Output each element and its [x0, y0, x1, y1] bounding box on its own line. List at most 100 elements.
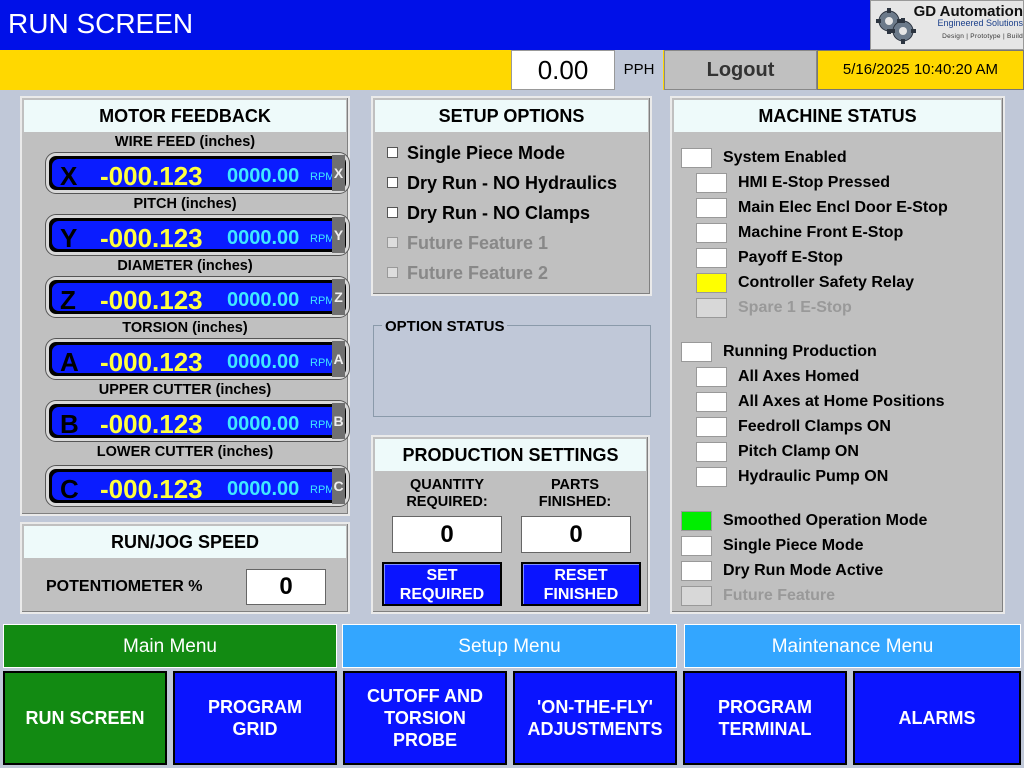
axis-rpm: 0000.00 [227, 478, 300, 500]
axis-label: TORSION (inches) [122, 320, 248, 336]
status-label: Feedroll Clamps ON [738, 418, 891, 435]
axis-label: WIRE FEED (inches) [114, 134, 256, 150]
nav-button[interactable]: RUN SCREEN [3, 671, 167, 765]
setup-options-title: SETUP OPTIONS [375, 100, 648, 132]
axis-position: -000.123 [100, 223, 203, 253]
parts-finished-value: 0 [521, 516, 631, 553]
production-settings-title: PRODUCTION SETTINGS [375, 439, 646, 471]
axis-letter: C [60, 474, 79, 504]
status-label: Payoff E-Stop [738, 249, 843, 266]
axis-rpm-unit: RPM [310, 295, 335, 307]
axis-rpm-unit: RPM [310, 233, 335, 245]
nav-button-text: PROGRAM GRID [208, 696, 302, 740]
logout-button[interactable]: Logout [664, 50, 817, 90]
status-label: System Enabled [723, 149, 847, 166]
checkbox[interactable] [387, 177, 398, 188]
nav-button[interactable]: ALARMS [853, 671, 1021, 765]
setup-option[interactable]: Single Piece Mode [387, 143, 565, 164]
axis-position: -000.123 [100, 409, 203, 439]
checkbox[interactable] [387, 147, 398, 158]
status-label: Running Production [723, 343, 877, 360]
set-button-line: REQUIRED [399, 586, 485, 603]
nav-button-line: PROGRAM [208, 697, 302, 717]
run-jog-speed-panel: RUN/JOG SPEED POTENTIOMETER % 0 [20, 522, 350, 614]
status-label: Machine Front E-Stop [738, 224, 904, 241]
setup-option[interactable]: Dry Run - NO Clamps [387, 203, 590, 224]
parts-label-line: FINISHED: [538, 494, 612, 510]
axis-select-tab[interactable]: Y [332, 217, 345, 253]
nav-button-line: PROGRAM [718, 697, 812, 717]
set-required-button[interactable]: SET REQUIRED [382, 562, 502, 606]
machine-status-title: MACHINE STATUS [674, 100, 1001, 132]
menu-tab-maintenance-menu[interactable]: Maintenance Menu [684, 624, 1021, 668]
nav-button[interactable]: PROGRAM GRID [173, 671, 337, 765]
nav-button-line: GRID [232, 719, 278, 739]
menu-tab-setup-menu[interactable]: Setup Menu [342, 624, 677, 668]
status-lamp [696, 223, 727, 243]
axis-rpm: 0000.00 [227, 413, 300, 435]
status-label: Future Feature [723, 587, 836, 604]
axis-select-tab[interactable]: Z [332, 279, 345, 315]
axis-select-tab[interactable]: X [332, 155, 345, 191]
setup-option[interactable]: Dry Run - NO Hydraulics [387, 173, 617, 194]
axis-readout: A -000.123 0000.00 RPM [46, 339, 349, 379]
nav-button-line: TORSION [384, 708, 466, 728]
option-status-panel: OPTION STATUS [373, 318, 651, 417]
status-lamp [696, 198, 727, 218]
nav-button[interactable]: CUTOFF AND TORSION PROBE [343, 671, 507, 765]
status-lamp [696, 417, 727, 437]
axis-position: -000.123 [100, 161, 203, 191]
setup-option-label: Dry Run - NO Clamps [407, 203, 591, 223]
axis-rpm-unit: RPM [310, 357, 335, 369]
axis-rpm-unit: RPM [310, 419, 335, 431]
setup-option: Future Feature 1 [387, 233, 548, 254]
menu-tab-main-menu[interactable]: Main Menu [3, 624, 337, 668]
status-label: Pitch Clamp ON [738, 443, 859, 460]
axis-readout-face: B -000.123 0000.00 RPM [52, 407, 343, 439]
quantity-required-label: QUANTITY REQUIRED: [387, 477, 507, 511]
logo-tagline: Design | Prototype | Build [942, 33, 1023, 40]
nav-button-line: ADJUSTMENTS [527, 719, 663, 739]
nav-button-line: CUTOFF AND [367, 686, 483, 706]
company-logo: GD Automation Engineered Solutions Desig… [870, 0, 1024, 50]
status-lamp [696, 248, 727, 268]
date-time-display: 5/16/2025 10:40:20 AM [817, 50, 1024, 90]
nav-button-line: PROBE [392, 730, 457, 750]
axis-rpm: 0000.00 [227, 165, 300, 187]
axis-readout-face: Z -000.123 0000.00 RPM [52, 283, 343, 315]
axis-letter: A [60, 347, 79, 377]
parts-label-line: PARTS [550, 477, 600, 493]
axis-label: DIAMETER (inches) [117, 258, 253, 274]
run-jog-title: RUN/JOG SPEED [24, 526, 346, 558]
status-label: Controller Safety Relay [738, 274, 915, 291]
axis-select-tab[interactable]: A [332, 341, 345, 377]
axis-letter: B [60, 409, 79, 439]
status-label: HMI E-Stop Pressed [738, 174, 891, 191]
nav-button-line: ALARMS [898, 708, 976, 728]
reset-finished-button[interactable]: RESET FINISHED [521, 562, 641, 606]
checkbox[interactable] [387, 207, 398, 218]
axis-select-tab[interactable]: C [332, 468, 345, 504]
axis-select-tab[interactable]: B [332, 403, 345, 439]
reset-button-line: RESET [554, 567, 608, 584]
status-lamp [696, 273, 727, 293]
axis-label: LOWER CUTTER (inches) [96, 444, 274, 460]
axis-letter: X [60, 161, 78, 191]
axis-position: -000.123 [100, 474, 203, 504]
status-lamp [696, 392, 727, 412]
axis-readout: Z -000.123 0000.00 RPM [46, 277, 349, 317]
axis-rpm: 0000.00 [227, 227, 300, 249]
pph-label: PPH [615, 50, 663, 90]
quantity-required-input[interactable]: 0 [392, 516, 502, 553]
logo-subtitle: Engineered Solutions [937, 18, 1023, 28]
nav-button[interactable]: PROGRAM TERMINAL [683, 671, 847, 765]
nav-button[interactable]: 'ON-THE-FLY' ADJUSTMENTS [513, 671, 677, 765]
axis-position: -000.123 [100, 285, 203, 315]
axis-readout: Y -000.123 0000.00 RPM [46, 215, 349, 255]
status-lamp [681, 148, 712, 168]
axis-rpm-unit: RPM [310, 484, 335, 496]
status-label: Dry Run Mode Active [723, 562, 884, 579]
potentiometer-value: 0 [246, 569, 326, 605]
checkbox [387, 237, 398, 248]
status-lamp [696, 467, 727, 487]
